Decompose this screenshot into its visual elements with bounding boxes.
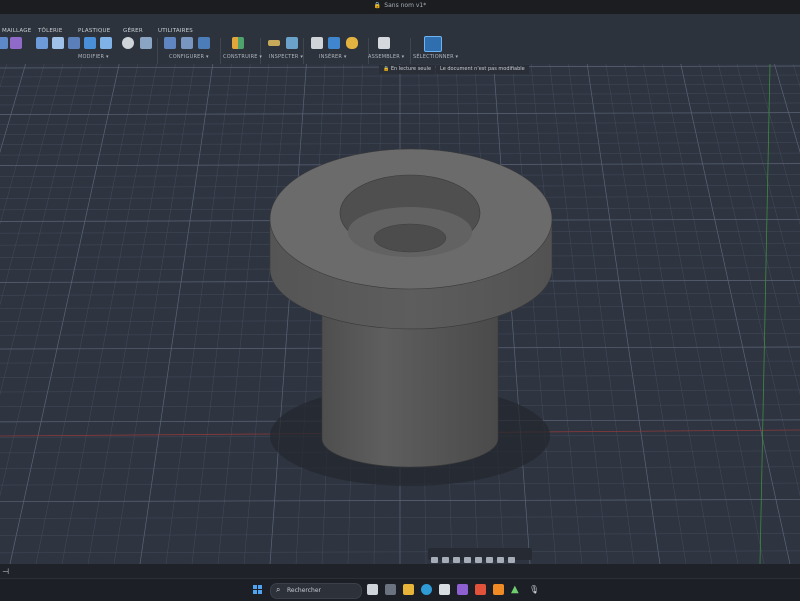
insert-decal-icon[interactable] (346, 37, 358, 49)
y-axis-line (759, 64, 771, 564)
windows-taskbar: ⌕ Rechercher ▲ 🎙 (0, 578, 800, 601)
group-selectionner[interactable]: SÉLECTIONNER ▾ (413, 54, 458, 60)
configure-rule-icon[interactable] (198, 37, 210, 49)
navigation-bar (428, 548, 532, 563)
edge-browser-icon[interactable] (421, 584, 432, 595)
group-configurer[interactable]: CONFIGURER ▾ (169, 54, 209, 60)
insert-image-icon[interactable] (328, 37, 340, 49)
timeline-icon[interactable]: ⊣ (2, 567, 9, 576)
readonly-indicator: 🔒 En lecture seule (379, 65, 436, 74)
windows-logo-icon[interactable] (253, 585, 263, 595)
toolbar-separator (368, 38, 369, 64)
move-icon[interactable] (122, 37, 134, 49)
ribbon-toolbar: MAILLAGE TÔLERIE PLASTIQUE GÉRER UTILITA… (0, 14, 800, 65)
tab-gerer[interactable]: GÉRER (123, 28, 143, 34)
title-strip: 🔒 Sans nom v1* (0, 0, 800, 14)
construct-plane-icon[interactable] (232, 37, 244, 49)
toolbar-separator (410, 38, 411, 64)
plastic-boss-icon[interactable] (84, 37, 96, 49)
assemble-joint-icon[interactable] (378, 37, 390, 49)
search-placeholder: Rechercher (287, 587, 321, 594)
settings-icon[interactable] (439, 584, 450, 595)
document-title: 🔒 Sans nom v1* (0, 2, 800, 9)
mesh-shape-icon[interactable] (10, 37, 22, 49)
app-icon[interactable] (493, 584, 504, 595)
tab-maillage[interactable]: MAILLAGE (2, 28, 31, 34)
status-bar: ⊣ (0, 564, 800, 578)
tab-tolerie[interactable]: TÔLERIE (38, 28, 63, 34)
tab-utilitaires[interactable]: UTILITAIRES (158, 28, 193, 34)
fit-icon[interactable] (464, 557, 471, 563)
inspect-section-icon[interactable] (286, 37, 298, 49)
readonly-label: En lecture seule (390, 66, 432, 72)
orbit-icon[interactable] (431, 557, 438, 563)
parameters-icon[interactable] (164, 37, 176, 49)
group-inspecter[interactable]: INSPECTER ▾ (269, 54, 303, 60)
sheet-bend-icon[interactable] (52, 37, 64, 49)
group-construire[interactable]: CONSTRUIRE ▾ (223, 54, 262, 60)
viewports-icon[interactable] (497, 557, 504, 563)
tab-plastique[interactable]: PLASTIQUE (78, 28, 110, 34)
toolbar-separator (303, 38, 304, 64)
3d-viewport[interactable] (0, 64, 800, 564)
group-inserer[interactable]: INSÉRER ▾ (319, 54, 347, 60)
view-options-icon[interactable] (508, 557, 515, 563)
task-view-icon[interactable] (385, 584, 396, 595)
microphone-icon[interactable]: 🎙 (529, 584, 540, 595)
file-icon[interactable] (367, 584, 378, 595)
plastic-rib-icon[interactable] (100, 37, 112, 49)
taskbar-search[interactable]: ⌕ Rechercher (270, 583, 362, 599)
search-icon: ⌕ (276, 585, 281, 594)
display-mode-icon[interactable] (475, 557, 482, 563)
toolbar-separator (260, 38, 261, 64)
configure-table-icon[interactable] (181, 37, 193, 49)
viewport-canvas (0, 64, 800, 564)
toolbar-separator (157, 38, 158, 64)
autodesk-icon[interactable]: ▲ (511, 584, 522, 595)
document-title-text: Sans nom v1* (384, 2, 427, 9)
group-assembler[interactable]: ASSEMBLER ▾ (368, 54, 404, 60)
insert-mesh-icon[interactable] (311, 37, 323, 49)
mesh-tool-icon[interactable] (0, 37, 8, 49)
pan-icon[interactable] (442, 557, 449, 563)
lock-icon: 🔒 (383, 66, 390, 72)
teams-icon[interactable] (457, 584, 468, 595)
select-cursor-icon[interactable] (424, 36, 442, 52)
group-modifier[interactable]: MODIFIER ▾ (78, 54, 109, 60)
align-icon[interactable] (140, 37, 152, 49)
measure-icon[interactable] (268, 40, 280, 46)
toolbar-separator (220, 38, 221, 64)
zoom-icon[interactable] (453, 557, 460, 563)
sheet-flange-icon[interactable] (36, 37, 48, 49)
readonly-message: Le document n'est pas modifiable (436, 65, 529, 74)
fusion-app-icon[interactable] (475, 584, 486, 595)
lock-icon: 🔒 (373, 2, 382, 9)
file-explorer-icon[interactable] (403, 584, 414, 595)
grid-settings-icon[interactable] (486, 557, 493, 563)
plastic-rule-icon[interactable] (68, 37, 80, 49)
through-hole[interactable] (373, 223, 447, 253)
